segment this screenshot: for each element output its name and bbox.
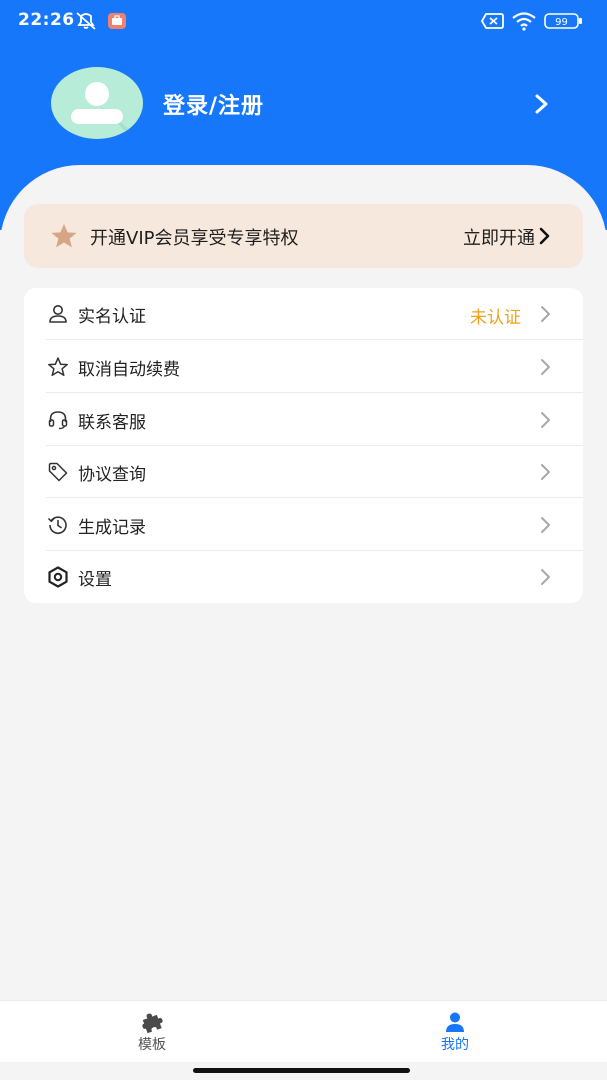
wifi-icon xyxy=(511,10,537,32)
star-outline-icon xyxy=(47,356,69,378)
menu-item-agreements[interactable]: 协议查询 xyxy=(24,446,583,498)
user-avatar-icon[interactable] xyxy=(51,67,143,139)
person-filled-icon xyxy=(443,1011,467,1033)
menu-item-label: 联系客服 xyxy=(78,413,146,433)
menu-item-real-name-auth[interactable]: 实名认证 未认证 xyxy=(24,288,583,340)
tab-templates[interactable]: 模板 xyxy=(77,1001,227,1063)
login-register-link[interactable]: 登录/注册 xyxy=(163,88,264,120)
menu-item-label: 协议查询 xyxy=(78,465,146,485)
chevron-right-icon xyxy=(540,568,552,586)
tab-label: 我的 xyxy=(441,1037,469,1053)
chevron-right-icon xyxy=(540,305,552,323)
menu-item-cancel-auto-renew[interactable]: 取消自动续费 xyxy=(24,341,583,393)
star-icon xyxy=(50,223,78,249)
bottom-nav: 模板 我的 xyxy=(0,1000,607,1062)
menu-item-label: 取消自动续费 xyxy=(78,360,180,380)
divider xyxy=(46,392,583,393)
chevron-right-icon xyxy=(540,358,552,376)
vip-open-button[interactable]: 立即开通 xyxy=(463,224,535,250)
settings-menu: 实名认证 未认证 取消自动续费 联系客服 协议查询 生成记录 设置 xyxy=(24,288,583,603)
battery-icon: 99 xyxy=(544,10,584,32)
headset-icon xyxy=(47,409,69,431)
chevron-right-icon xyxy=(540,516,552,534)
no-disturb-icon xyxy=(74,10,98,32)
vip-banner[interactable]: 开通VIP会员享受专享特权 立即开通 xyxy=(24,204,583,268)
menu-item-contact-support[interactable]: 联系客服 xyxy=(24,394,583,446)
menu-item-label: 实名认证 xyxy=(78,307,146,327)
chevron-right-icon xyxy=(540,411,552,429)
divider xyxy=(46,339,583,340)
tab-label: 模板 xyxy=(138,1037,166,1053)
menu-item-label: 设置 xyxy=(78,570,112,590)
vip-promo-text: 开通VIP会员享受专享特权 xyxy=(90,228,299,249)
home-indicator[interactable] xyxy=(193,1068,410,1073)
divider xyxy=(46,497,583,498)
menu-item-settings[interactable]: 设置 xyxy=(24,551,583,603)
chevron-right-icon xyxy=(540,463,552,481)
history-icon xyxy=(47,514,69,536)
chevron-right-icon[interactable] xyxy=(532,92,552,116)
status-time: 22:26 xyxy=(18,10,75,30)
status-bar: 22:26 99 xyxy=(0,0,607,44)
menu-item-generation-history[interactable]: 生成记录 xyxy=(24,499,583,551)
menu-item-label: 生成记录 xyxy=(78,518,146,538)
settings-hex-icon xyxy=(47,566,69,588)
sim-error-icon xyxy=(481,10,505,32)
chevron-right-icon[interactable] xyxy=(538,226,552,246)
verification-status: 未认证 xyxy=(470,308,521,328)
puzzle-icon xyxy=(140,1011,164,1034)
app-notification-icon xyxy=(107,10,127,32)
person-icon xyxy=(47,303,69,325)
tab-mine[interactable]: 我的 xyxy=(380,1001,530,1063)
battery-level: 99 xyxy=(555,17,568,28)
tag-icon xyxy=(47,461,69,483)
